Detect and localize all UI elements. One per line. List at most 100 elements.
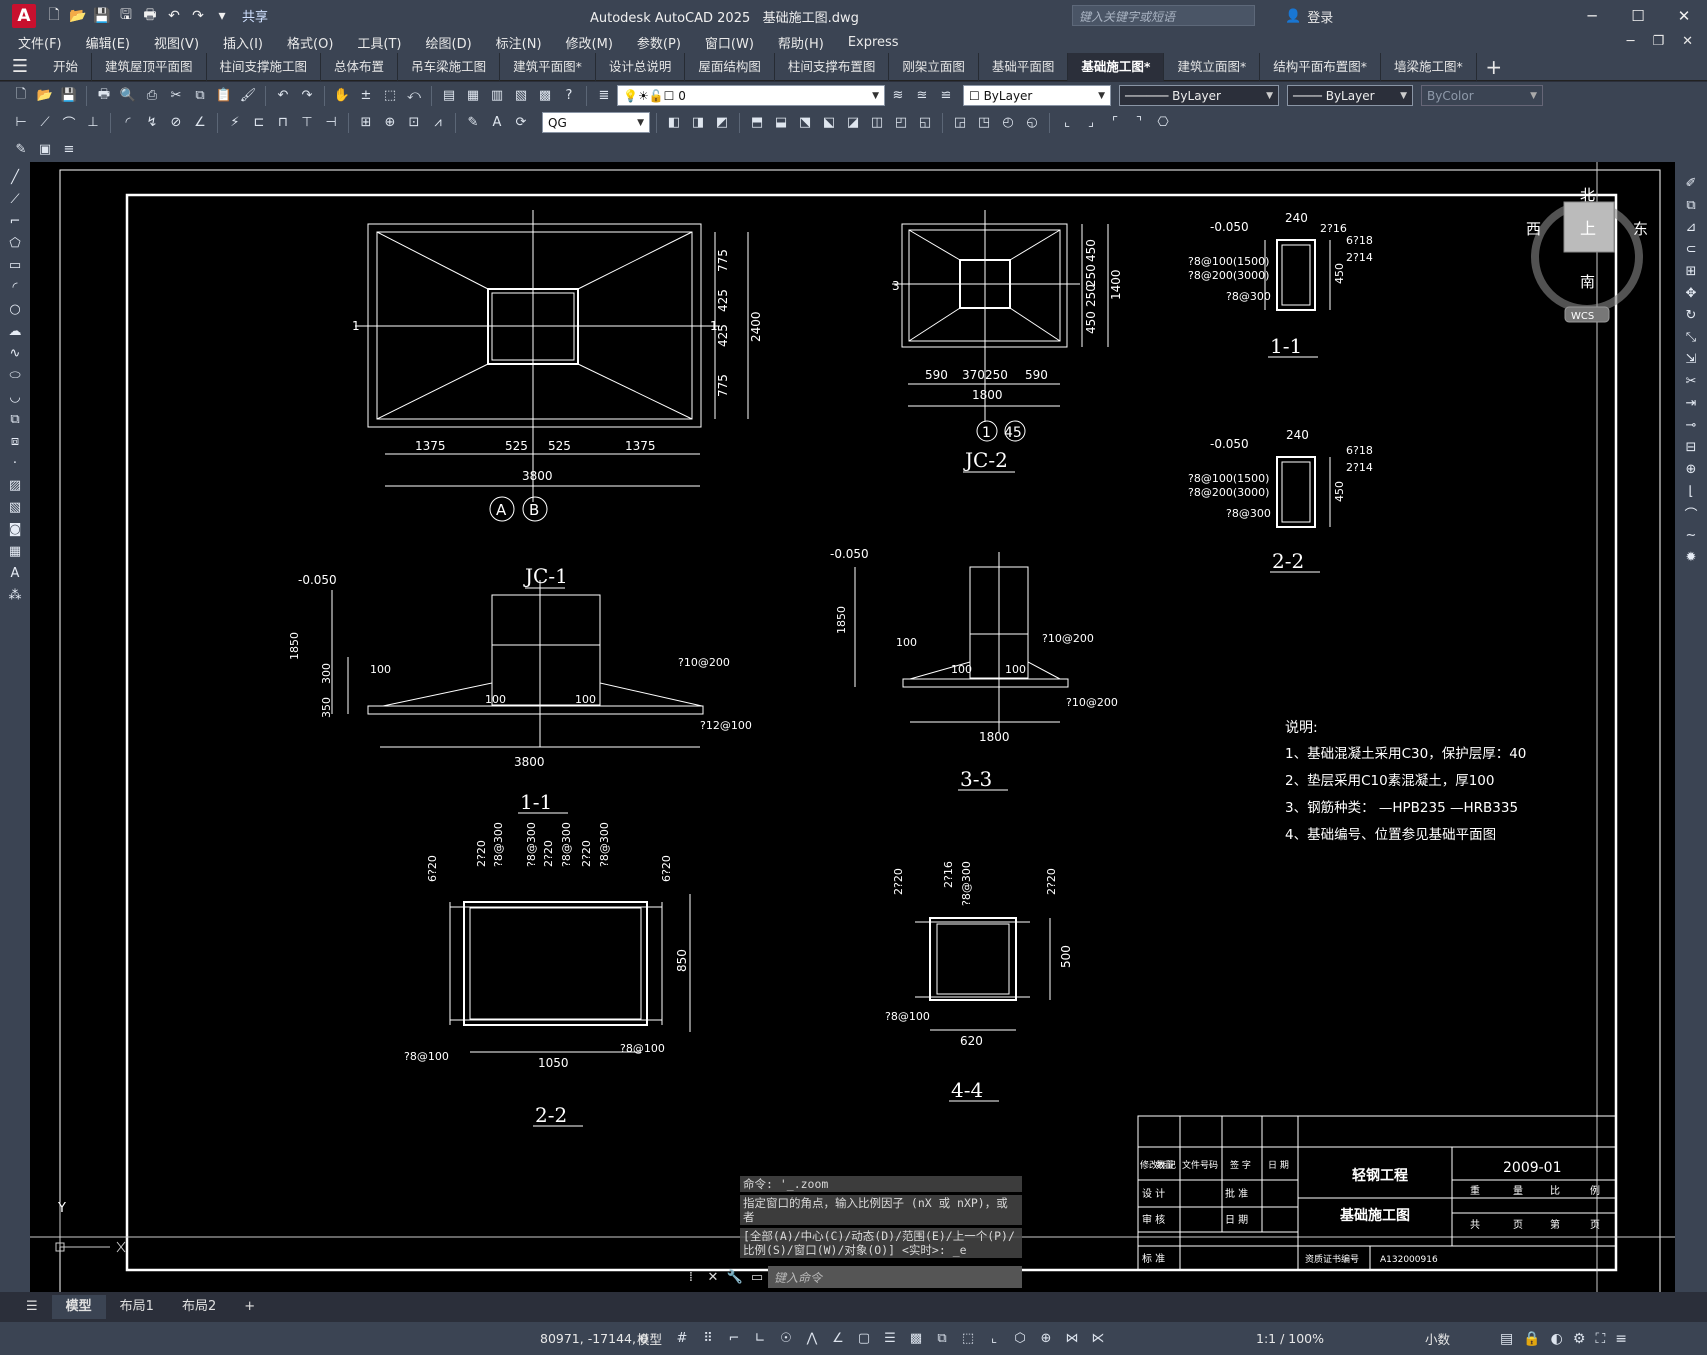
menu-item-9[interactable]: 参数(P) <box>637 33 681 52</box>
properties-icon[interactable]: ▤ <box>438 85 460 107</box>
plot-icon[interactable]: 🖶 <box>140 6 160 26</box>
transparency-icon[interactable]: ▩ <box>906 1329 926 1349</box>
arc-icon[interactable]: ◜ <box>5 278 25 296</box>
line-icon[interactable]: ╱ <box>5 168 25 186</box>
ellipse-icon[interactable]: ⬭ <box>5 366 25 384</box>
polar-icon[interactable]: ☉ <box>776 1329 796 1349</box>
center-mark-icon[interactable]: ⊕ <box>379 112 401 134</box>
tolerance-icon[interactable]: ⊞ <box>355 112 377 134</box>
drawing-canvas[interactable]: 1375 525 525 1375 3800 1 1 775 425 425 7… <box>30 162 1675 1302</box>
selection-cycle-icon[interactable]: ⧉ <box>932 1329 952 1349</box>
move-icon[interactable]: ✥ <box>1681 284 1701 302</box>
blend-icon[interactable]: ∼ <box>1681 526 1701 544</box>
infer-icon[interactable]: ⌐ <box>724 1329 744 1349</box>
menu-item-8[interactable]: 修改(M) <box>566 33 613 52</box>
undo-icon[interactable]: ↶ <box>164 6 184 26</box>
plotstyle-combo[interactable]: ByColor ▼ <box>1421 85 1543 106</box>
construction-line-icon[interactable]: ⟋ <box>5 190 25 208</box>
snap-icon[interactable]: ⠿ <box>698 1329 718 1349</box>
maximize-icon[interactable]: ☐ <box>1615 0 1661 31</box>
command-input[interactable]: 键入命令 <box>768 1266 1022 1288</box>
units-selector[interactable]: 小数 <box>1425 1329 1450 1348</box>
lineweight-icon[interactable]: ☰ <box>880 1329 900 1349</box>
menu-item-1[interactable]: 编辑(E) <box>86 33 130 52</box>
jogged-linear-icon[interactable]: ⩘ <box>427 112 449 134</box>
new-tab-icon[interactable]: + <box>1477 55 1511 79</box>
layer-combo[interactable]: 💡☀🔓☐ 0 ▼ <box>617 85 885 106</box>
dim-text-edit-icon[interactable]: A <box>486 112 508 134</box>
extrude-icon[interactable]: ⬒ <box>746 112 768 134</box>
doc-tab-5[interactable]: 建筑平面图* <box>500 52 596 81</box>
doc-tab-11[interactable]: 基础施工图* <box>1068 52 1165 81</box>
dim-baseline-icon[interactable]: ⊏ <box>248 112 270 134</box>
ucs-prev-icon[interactable]: ⌜ <box>1104 112 1126 134</box>
doc-tab-4[interactable]: 吊车梁施工图 <box>398 52 501 81</box>
match-prop-icon[interactable]: 🖌 <box>237 85 259 107</box>
point-icon[interactable]: · <box>5 454 25 472</box>
layer-properties-icon[interactable]: ≣ <box>593 85 615 107</box>
loft-icon[interactable]: ⬕ <box>818 112 840 134</box>
stretch-icon[interactable]: ⇲ <box>1681 350 1701 368</box>
zoom-realtime-icon[interactable]: ± <box>355 85 377 107</box>
inspection-icon[interactable]: ⊡ <box>403 112 425 134</box>
dim-ordinate-icon[interactable]: ⊥ <box>82 112 104 134</box>
model-space-toggle[interactable]: 模型 <box>637 1329 662 1348</box>
copy-icon[interactable]: ⧉ <box>189 85 211 107</box>
share-button[interactable]: 共享 <box>242 6 268 25</box>
scale-icon[interactable]: ⤡ <box>1681 328 1701 346</box>
publish-icon[interactable]: ⎙ <box>141 85 163 107</box>
shade-icon[interactable]: ◳ <box>973 112 995 134</box>
circle-icon[interactable]: ○ <box>5 300 25 318</box>
doc-close-icon[interactable]: ✕ <box>1682 31 1693 53</box>
dimstyle-combo[interactable]: QG ▼ <box>542 112 650 133</box>
cylinder-icon[interactable]: ◨ <box>687 112 709 134</box>
add-selected-icon[interactable]: ⁂ <box>5 586 25 604</box>
minimize-icon[interactable]: ─ <box>1569 0 1615 31</box>
dim-angular-icon[interactable]: ∠ <box>189 112 211 134</box>
doc-tab-7[interactable]: 屋面结构图 <box>685 52 775 81</box>
mirror-icon[interactable]: ⊿ <box>1681 218 1701 236</box>
box-icon[interactable]: ◧ <box>663 112 685 134</box>
doc-tab-3[interactable]: 总体布置 <box>321 52 399 81</box>
material-icon[interactable]: ◵ <box>1021 112 1043 134</box>
open-icon[interactable]: 📂 <box>34 85 56 107</box>
pan-icon[interactable]: ✋ <box>331 85 353 107</box>
attribute-icon[interactable]: ▣ <box>34 138 56 160</box>
grid-icon[interactable]: # <box>672 1329 692 1349</box>
menu-item-3[interactable]: 插入(I) <box>223 33 263 52</box>
login-area[interactable]: 👤 登录 <box>1285 7 1333 26</box>
dim-aligned-icon[interactable]: ⟋ <box>34 112 56 134</box>
cmd-close-icon[interactable]: ✕ <box>702 1270 724 1285</box>
dim-jogged-icon[interactable]: ↯ <box>141 112 163 134</box>
customize-status-icon[interactable]: ≡ <box>1615 1331 1627 1347</box>
tab-layout2[interactable]: 布局2 <box>168 1295 230 1319</box>
tool-palette-icon[interactable]: ▥ <box>486 85 508 107</box>
linetype-combo[interactable]: ────── ByLayer ▼ <box>1119 85 1279 106</box>
explode-icon[interactable]: ✹ <box>1681 548 1701 566</box>
layout-menu-icon[interactable]: ☰ <box>12 1295 52 1319</box>
menu-item-2[interactable]: 视图(V) <box>154 33 199 52</box>
doc-tab-0[interactable]: 开始 <box>40 52 93 81</box>
help-icon[interactable]: ? <box>558 85 580 107</box>
help-search-input[interactable]: 键入关键字或短语 <box>1072 5 1255 26</box>
save-as-icon[interactable]: 🖫 <box>116 6 136 26</box>
subtract-icon[interactable]: ◫ <box>866 112 888 134</box>
lineweight-combo[interactable]: ──── ByLayer ▼ <box>1287 85 1413 106</box>
tab-model[interactable]: 模型 <box>51 1295 106 1319</box>
chamfer-icon[interactable]: ⌊ <box>1681 482 1701 500</box>
menu-item-0[interactable]: 文件(F) <box>18 33 62 52</box>
isolate-icon[interactable]: ◐ <box>1551 1331 1563 1347</box>
render-icon[interactable]: ◴ <box>997 112 1019 134</box>
3d-osnap-icon[interactable]: ⬚ <box>958 1329 978 1349</box>
gradient-icon[interactable]: ▧ <box>5 498 25 516</box>
preview-icon[interactable]: 🔍 <box>117 85 139 107</box>
zoom-previous-icon[interactable]: ⤺ <box>403 85 425 107</box>
region-icon[interactable]: ◙ <box>5 520 25 538</box>
block-editor-icon[interactable]: ✎ <box>10 138 32 160</box>
dim-space-icon[interactable]: ⊤ <box>296 112 318 134</box>
polyline-icon[interactable]: ⌐ <box>5 212 25 230</box>
doc-restore-icon[interactable]: ❐ <box>1652 31 1664 53</box>
dim-radius-icon[interactable]: ◜ <box>117 112 139 134</box>
menu-item-12[interactable]: Express <box>848 35 899 50</box>
dim-break-icon[interactable]: ⊣ <box>320 112 342 134</box>
